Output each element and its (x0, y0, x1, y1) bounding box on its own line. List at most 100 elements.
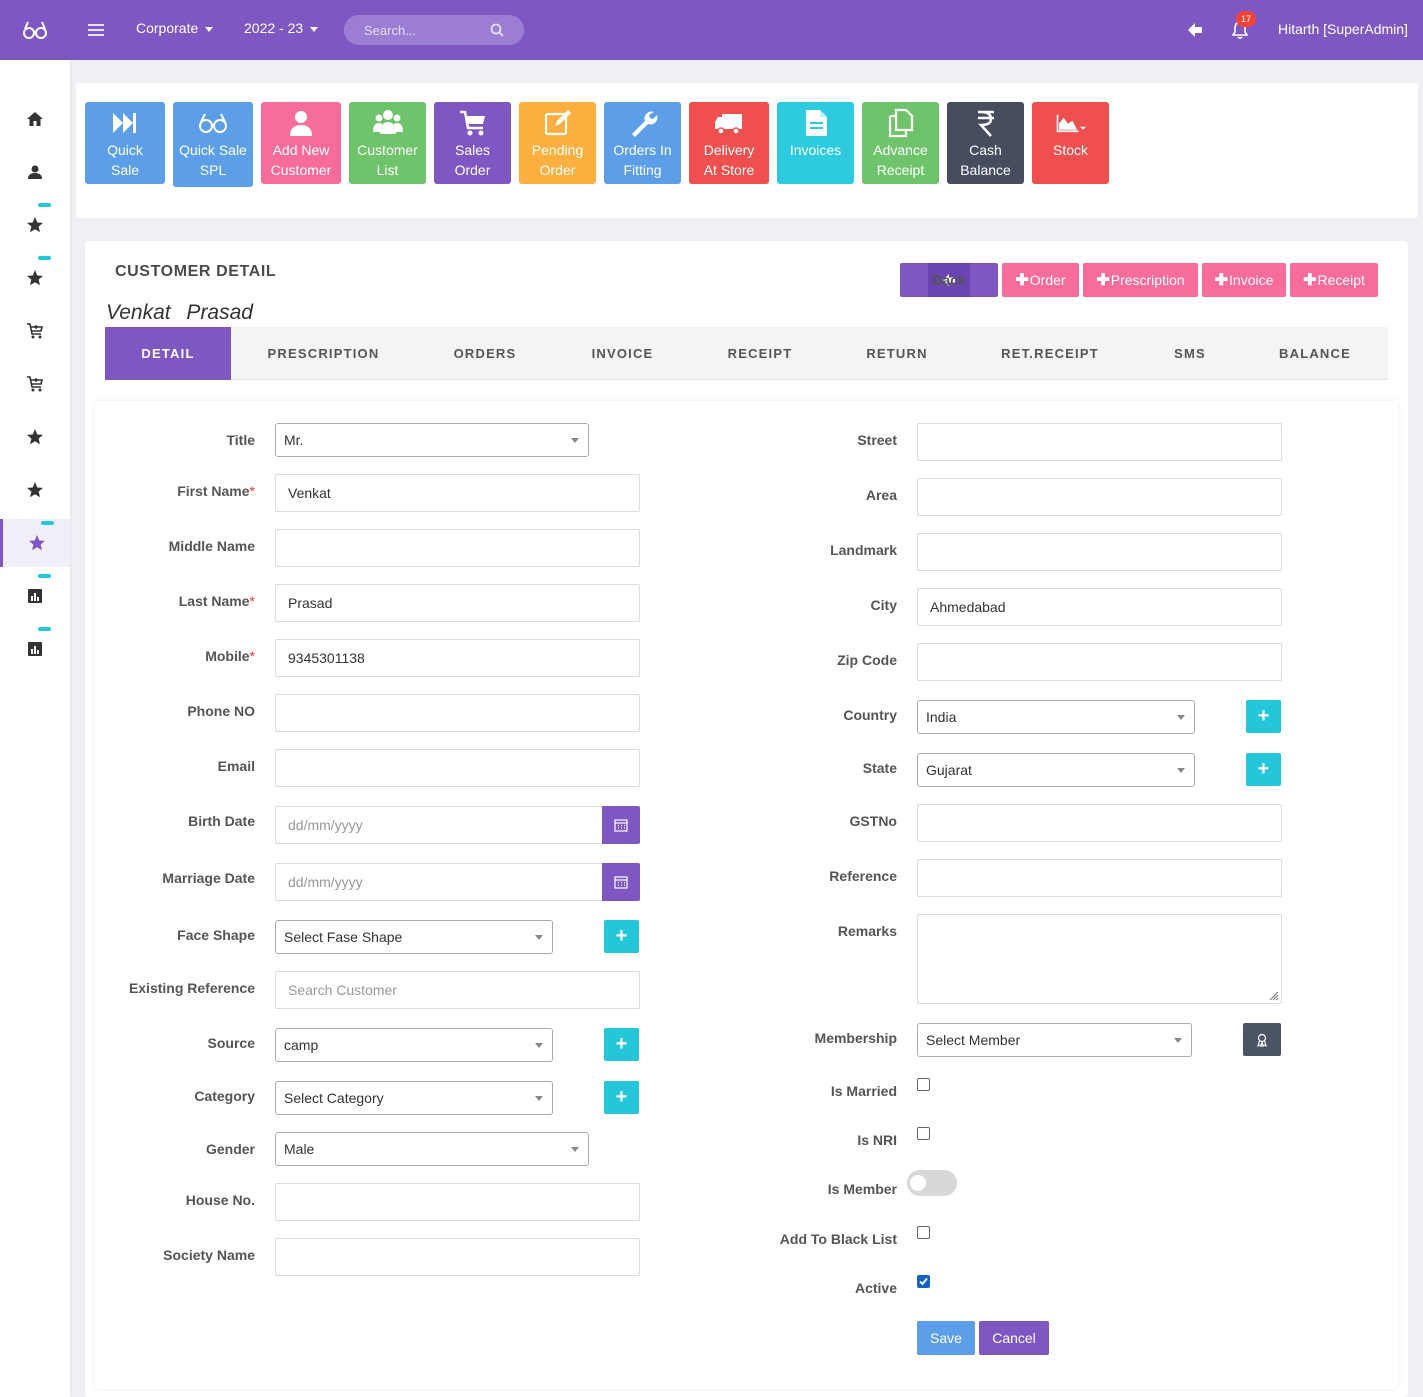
search-icon[interactable] (490, 23, 504, 37)
quick-sale-button[interactable]: Quick Sale (85, 102, 165, 184)
add-source-button[interactable]: + (604, 1028, 639, 1061)
pending-order-button[interactable]: Pending Order (519, 102, 596, 184)
company-dropdown[interactable]: Corporate (136, 20, 214, 36)
sidebar-item-home[interactable] (0, 95, 70, 143)
cancel-button[interactable]: Cancel (979, 1321, 1049, 1355)
delivery-at-store-button[interactable]: Delivery At Store (689, 102, 769, 184)
last-name-label: Last Name* (95, 593, 255, 609)
is-nri-checkbox[interactable] (917, 1127, 930, 1140)
tab-ret-receipt[interactable]: RET.RECEIPT (975, 327, 1125, 380)
stock-button[interactable]: Stock (1032, 102, 1109, 184)
black-list-checkbox[interactable] (917, 1226, 930, 1239)
country-select[interactable]: India (917, 700, 1195, 734)
year-dropdown[interactable]: 2022 - 23 (244, 20, 319, 36)
face-shape-select[interactable]: Select Fase Shape (275, 920, 553, 954)
add-order-button[interactable]: ✚ Order (1002, 263, 1079, 297)
sidebar-item-cart-2[interactable] (0, 360, 70, 408)
back-arrow-icon[interactable] (1186, 21, 1204, 39)
sales-order-button[interactable]: Sales Order (434, 102, 511, 184)
tab-return[interactable]: RETURN (837, 327, 957, 380)
face-shape-select-value: Select Fase Shape (284, 929, 403, 945)
add-country-button[interactable]: + (1246, 700, 1281, 733)
first-name-input[interactable]: Venkat (275, 474, 640, 512)
title-select[interactable]: Mr. (275, 423, 589, 457)
top-bar: Corporate 2022 - 23 17 Hitarth [SuperAdm… (0, 0, 1423, 60)
hamburger-menu-icon[interactable] (86, 20, 106, 40)
membership-select[interactable]: Select Member (917, 1023, 1192, 1057)
last-name-input[interactable]: Prasad (275, 584, 640, 622)
user-icon (290, 111, 312, 136)
area-input[interactable] (917, 478, 1282, 516)
add-invoice-button[interactable]: ✚ Invoice (1202, 263, 1286, 297)
gender-select[interactable]: Male (275, 1132, 589, 1166)
marriage-date-input[interactable]: dd/mm/yyyy (275, 863, 603, 901)
street-input[interactable] (917, 423, 1282, 461)
category-select[interactable]: Select Category (275, 1081, 553, 1115)
birth-date-input[interactable]: dd/mm/yyyy (275, 806, 603, 844)
sidebar-item-star-2[interactable] (0, 254, 70, 302)
quick-sale-spl-button[interactable]: Quick Sale SPL (173, 102, 253, 187)
remarks-textarea[interactable] (917, 914, 1282, 1004)
sidebar-indicator (38, 627, 51, 631)
sidebar-item-cart-1[interactable] (0, 307, 70, 355)
gstno-input[interactable] (917, 804, 1282, 842)
tab-invoice[interactable]: INVOICE (565, 327, 680, 380)
source-select[interactable]: camp (275, 1028, 553, 1062)
sidebar-item-star-3[interactable] (0, 413, 70, 461)
zip-code-input[interactable] (917, 643, 1282, 681)
state-select[interactable]: Gujarat (917, 753, 1195, 787)
society-name-input[interactable] (275, 1238, 640, 1276)
cash-balance-button[interactable]: Cash Balance (947, 102, 1024, 184)
email-input[interactable] (275, 749, 640, 787)
invoices-button[interactable]: Invoices (777, 102, 854, 184)
sidebar-item-user[interactable] (0, 148, 70, 196)
add-face-shape-button[interactable]: + (604, 920, 639, 953)
active-checkbox[interactable] (917, 1275, 930, 1288)
tab-detail[interactable]: DETAIL (105, 327, 231, 380)
add-new-customer-line2: Customer (270, 162, 332, 178)
tab-sms[interactable]: SMS (1140, 327, 1240, 380)
save-button[interactable]: Save (917, 1321, 975, 1355)
quick-actions-panel: Quick Sale Quick Sale SPL Add New Custom… (76, 83, 1418, 218)
sidebar-item-star-4[interactable] (0, 466, 70, 514)
sidebar-item-chart-1[interactable] (0, 572, 70, 620)
user-menu[interactable]: Hitarth [SuperAdmin] (1278, 21, 1408, 37)
marriage-date-calendar-button[interactable] (602, 863, 640, 901)
tab-orders[interactable]: ORDERS (425, 327, 545, 380)
advance-receipt-button[interactable]: Advance Receipt (862, 102, 939, 184)
back-button[interactable]: Back (900, 263, 998, 297)
is-nri-label: Is NRI (857, 1132, 897, 1148)
orders-in-fitting-button[interactable]: Orders In Fitting (604, 102, 681, 184)
phone-input[interactable] (275, 694, 640, 732)
tab-prescription[interactable]: PRESCRIPTION (241, 327, 406, 380)
add-new-customer-button[interactable]: Add New Customer (261, 102, 341, 184)
pending-order-line2: Order (539, 162, 576, 178)
tab-balance[interactable]: BALANCE (1255, 327, 1375, 380)
first-name-label-text: First Name (177, 483, 250, 499)
add-state-button[interactable]: + (1246, 753, 1281, 786)
house-no-input[interactable] (275, 1183, 640, 1221)
resize-grip-icon[interactable] (1269, 991, 1279, 1001)
add-prescription-button[interactable]: ✚ Prescription (1083, 263, 1198, 297)
quick-sale-line1: Quick (107, 142, 143, 158)
tab-receipt[interactable]: RECEIPT (700, 327, 820, 380)
city-input[interactable]: Ahmedabad (917, 588, 1282, 626)
mobile-input[interactable]: 9345301138 (275, 639, 640, 677)
middle-name-input[interactable] (275, 529, 640, 567)
add-category-button[interactable]: + (604, 1081, 639, 1114)
landmark-input[interactable] (917, 533, 1282, 571)
title-select-value: Mr. (284, 432, 304, 448)
birth-date-calendar-button[interactable] (602, 806, 640, 844)
sidebar-item-chart-2[interactable] (0, 625, 70, 673)
customer-list-button[interactable]: Customer List (349, 102, 426, 184)
add-receipt-button[interactable]: ✚ Receipt (1290, 263, 1378, 297)
is-member-toggle[interactable] (907, 1170, 957, 1196)
membership-button[interactable] (1243, 1023, 1281, 1056)
is-married-checkbox[interactable] (917, 1078, 930, 1091)
chevron-down-icon (571, 1147, 579, 1152)
glasses-logo-icon[interactable] (22, 18, 48, 42)
sidebar-item-star-active[interactable] (0, 519, 70, 567)
sidebar-item-star-1[interactable] (0, 201, 70, 249)
reference-input[interactable] (917, 859, 1282, 897)
existing-reference-input[interactable]: Search Customer (275, 971, 640, 1009)
